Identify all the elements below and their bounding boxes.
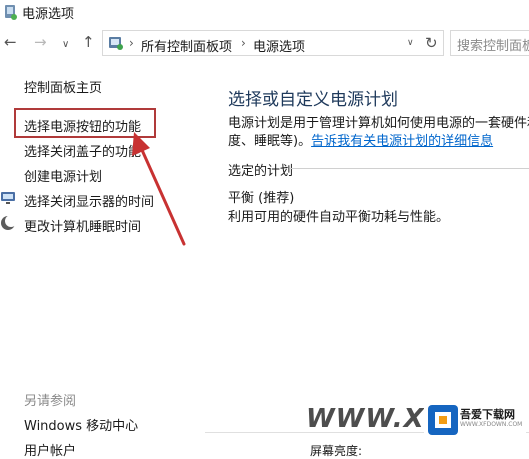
sidebar-item-power-button[interactable]: 选择电源按钮的功能 <box>24 116 141 135</box>
address-bar: ← → ∨ ↑ › 所有控制面板项 › 电源选项 ∨ ↻ 搜索控制面板 <box>0 28 529 58</box>
watermark-logo-subtext: WWW.XFDOWN.COM <box>460 421 523 428</box>
title-bar: 电源选项 <box>0 0 529 26</box>
description-line-1: 电源计划是用于管理计算机如何使用电源的一套硬件和 <box>228 116 529 131</box>
see-also-mobility-center[interactable]: Windows 移动中心 <box>24 415 138 434</box>
sidebar-item-create-plan[interactable]: 创建电源计划 <box>24 166 102 185</box>
breadcrumb-all-control-panel-items[interactable]: 所有控制面板项 <box>141 36 232 55</box>
refresh-icon[interactable]: ↻ <box>425 34 438 52</box>
watermark-logo-text: 吾爱下载网 <box>460 408 515 421</box>
display-icon <box>0 190 18 210</box>
address-dropdown-icon[interactable]: ∨ <box>407 38 414 48</box>
search-placeholder: 搜索控制面板 <box>457 39 529 54</box>
power-plan-info-link[interactable]: 告诉我有关电源计划的详细信息 <box>311 134 493 149</box>
description-line-2: 度、睡眠等)。告诉我有关电源计划的详细信息 <box>228 130 493 149</box>
breadcrumb-separator: › <box>241 36 246 50</box>
plan-balanced-description: 利用可用的硬件自动平衡功耗与性能。 <box>228 210 450 225</box>
forward-icon[interactable]: → <box>34 34 47 50</box>
recent-locations-icon[interactable]: ∨ <box>62 37 69 53</box>
up-icon[interactable]: ↑ <box>82 34 95 50</box>
selected-plan-heading: 选定的计划 <box>228 164 294 179</box>
breadcrumb-power-options[interactable]: 电源选项 <box>253 36 305 55</box>
page-title: 选择或自定义电源计划 <box>228 90 398 110</box>
breadcrumb-separator: › <box>129 36 134 50</box>
section-divider <box>290 168 529 169</box>
sidebar-item-lid[interactable]: 选择关闭盖子的功能 <box>24 141 141 160</box>
sidebar-control-panel-home[interactable]: 控制面板主页 <box>24 77 102 96</box>
search-input[interactable]: 搜索控制面板 <box>450 30 529 56</box>
back-icon[interactable]: ← <box>4 34 17 50</box>
sidebar-item-sleep[interactable]: 更改计算机睡眠时间 <box>24 216 141 235</box>
control-panel-icon <box>107 34 125 56</box>
plan-balanced-name[interactable]: 平衡 (推荐) <box>228 187 294 206</box>
screen-brightness-label: 屏幕亮度: <box>310 444 363 458</box>
address-field[interactable]: › 所有控制面板项 › 电源选项 ∨ ↻ <box>102 30 444 56</box>
watermark-logo-icon <box>428 405 458 435</box>
see-also-heading: 另请参阅 <box>24 394 77 409</box>
window-title: 电源选项 <box>22 7 75 22</box>
sidebar-item-display-off[interactable]: 选择关闭显示器的时间 <box>24 191 154 210</box>
description-line-2-text: 度、睡眠等)。 <box>228 134 312 149</box>
sleep-moon-icon <box>0 215 18 235</box>
power-options-icon <box>2 3 18 25</box>
see-also-user-accounts[interactable]: 用户帐户 <box>24 440 76 459</box>
